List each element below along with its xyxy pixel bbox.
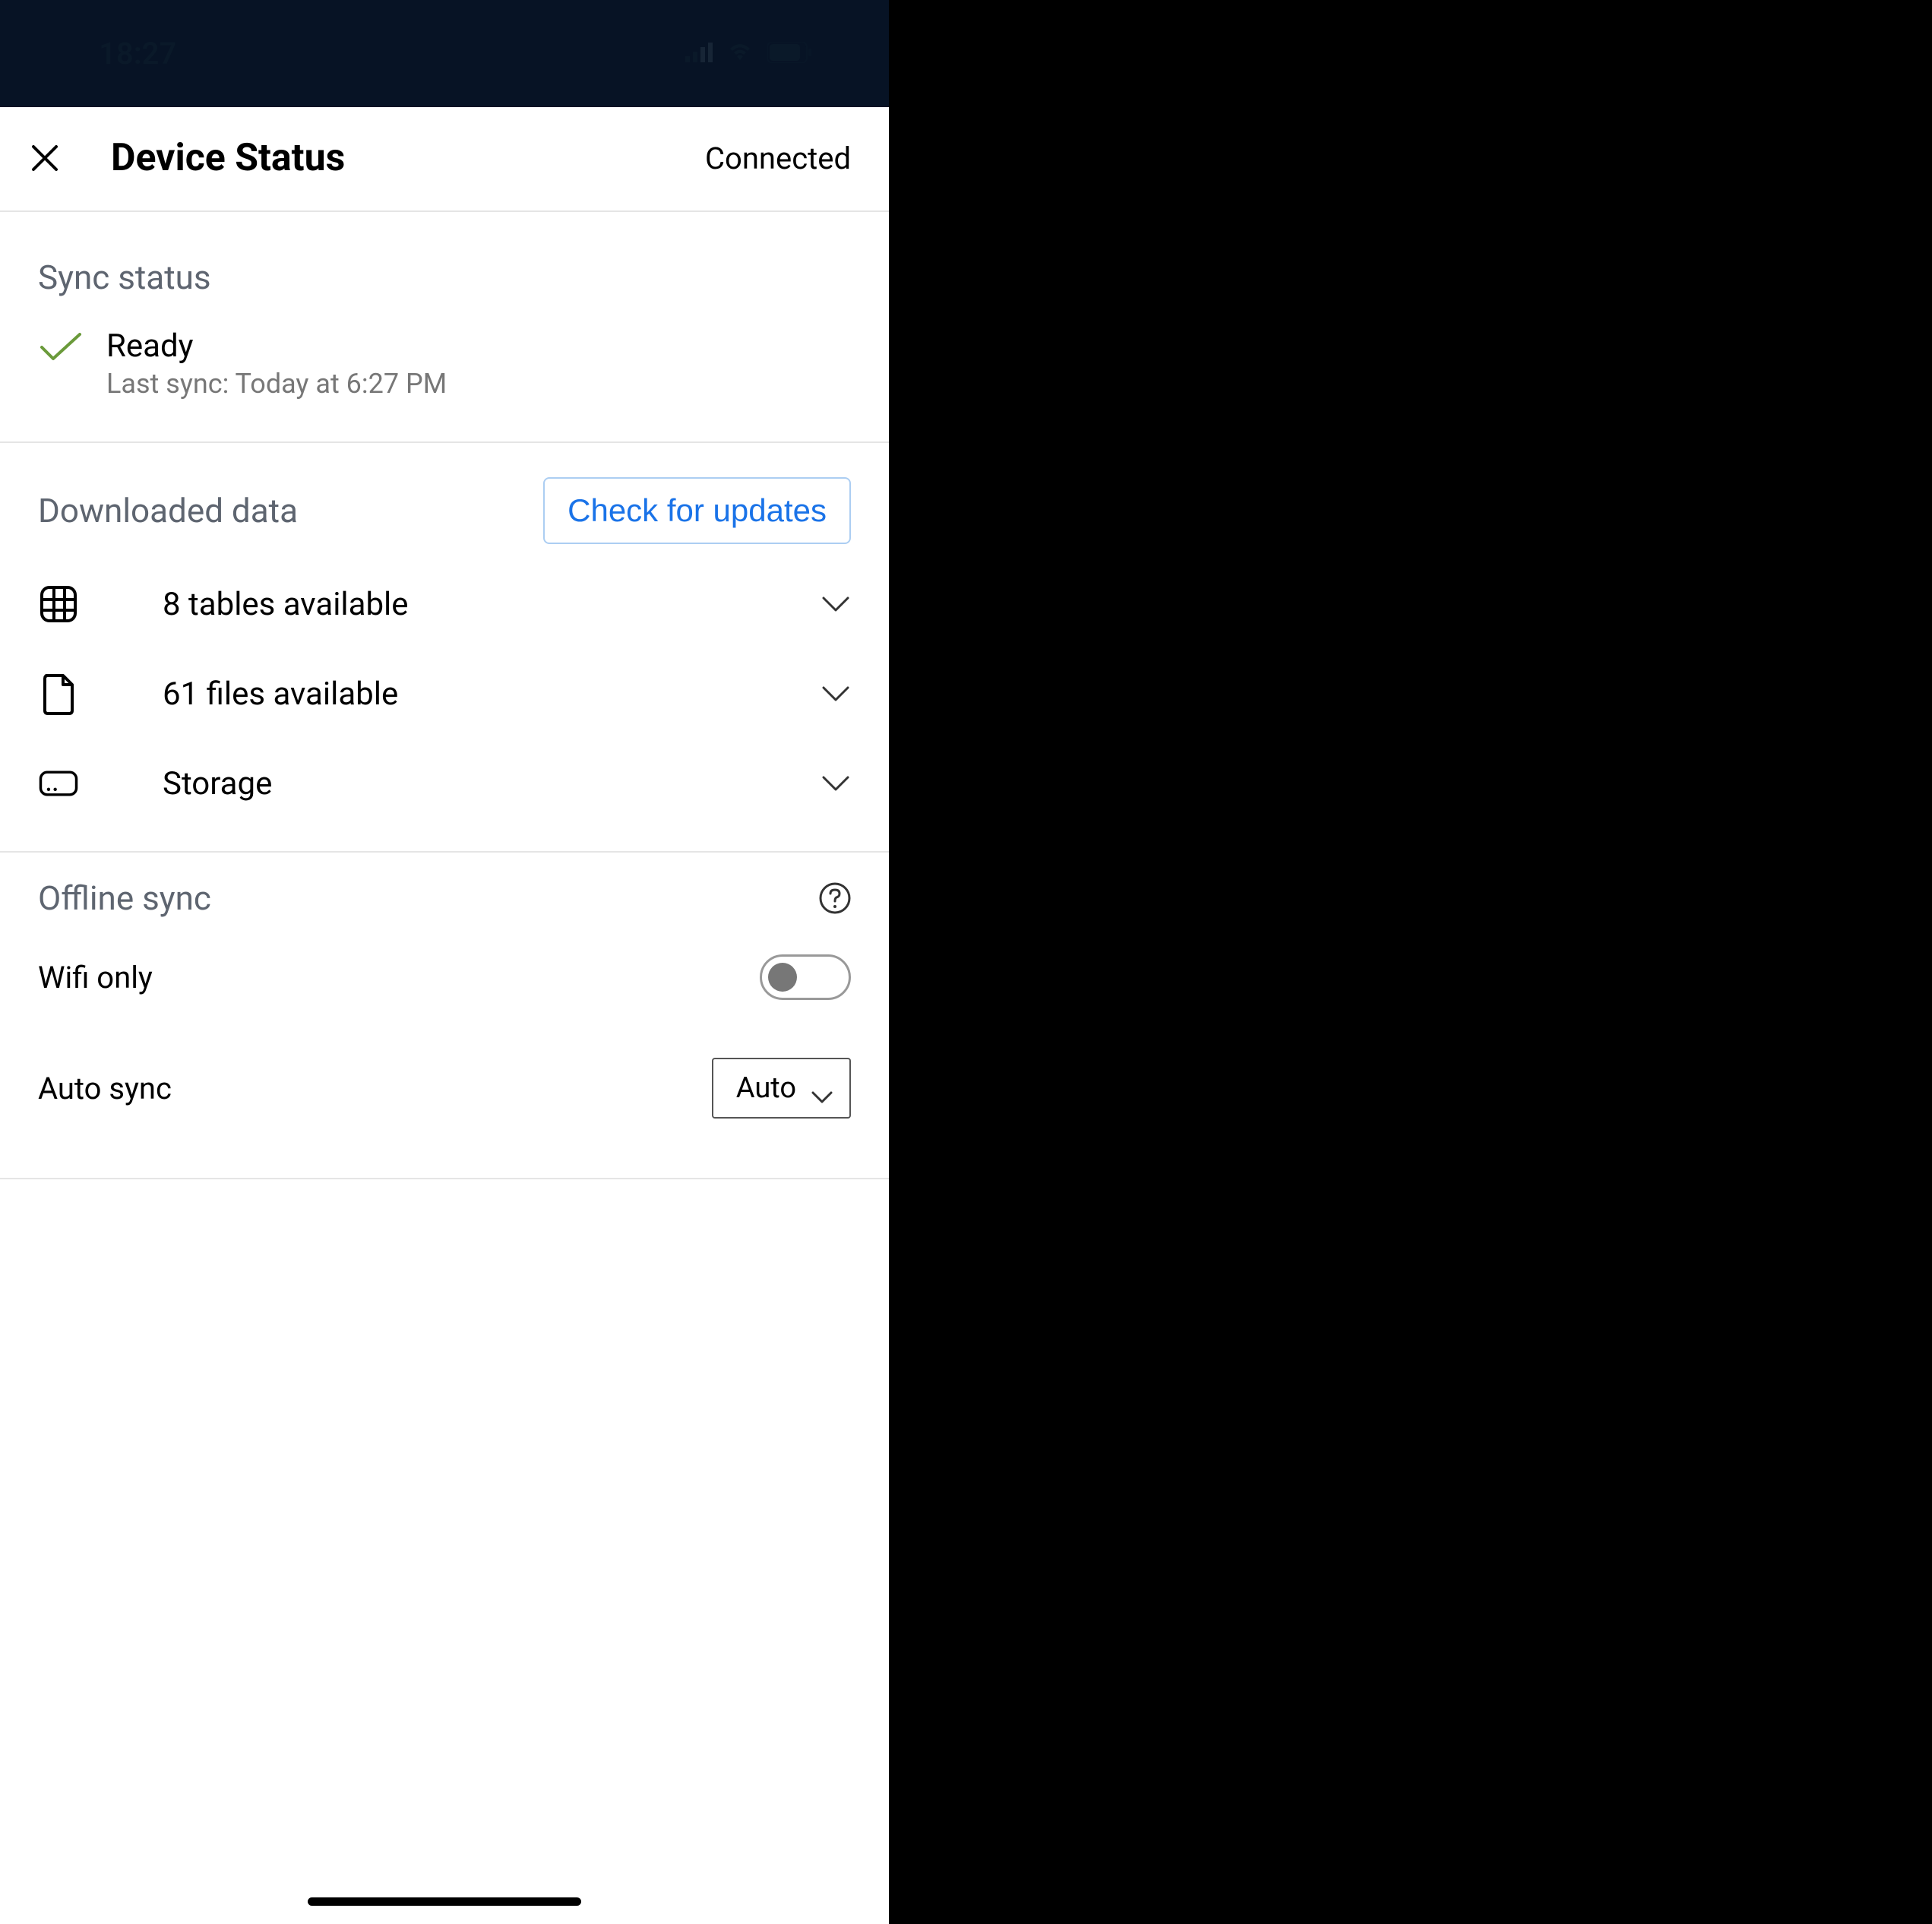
wifi-icon xyxy=(725,41,755,67)
wifi-only-label: Wifi only xyxy=(38,960,153,995)
tables-label: 8 tables available xyxy=(163,586,775,623)
sync-last-sync: Last sync: Today at 6:27 PM xyxy=(106,368,447,400)
offline-sync-section: Offline sync Wifi only Auto sync Auto xyxy=(0,853,889,1179)
storage-icon xyxy=(38,763,79,804)
cellular-icon xyxy=(685,43,713,65)
downloaded-data-label: Downloaded data xyxy=(38,491,298,530)
chevron-down-icon xyxy=(821,679,851,709)
table-icon xyxy=(38,584,79,625)
offline-sync-label: Offline sync xyxy=(38,878,211,918)
tables-row[interactable]: 8 tables available xyxy=(0,559,889,649)
home-indicator[interactable] xyxy=(308,1897,581,1906)
auto-sync-row: Auto sync Auto xyxy=(0,1029,889,1147)
header-bar: Device Status Connected xyxy=(0,107,889,212)
auto-sync-label: Auto sync xyxy=(38,1071,172,1106)
phone-screen: 18:27 Device Status Connected Sync statu… xyxy=(0,0,889,1924)
storage-label: Storage xyxy=(163,765,775,802)
content-area: Sync status Ready Last sync: Today at 6:… xyxy=(0,212,889,1179)
auto-sync-value: Auto xyxy=(736,1071,796,1105)
close-button[interactable] xyxy=(26,139,64,177)
sync-ready-row: Ready Last sync: Today at 6:27 PM xyxy=(0,320,889,441)
battery-icon xyxy=(767,42,813,66)
sync-ready-title: Ready xyxy=(106,328,447,365)
page-title: Device Status xyxy=(111,136,705,180)
chevron-down-icon xyxy=(821,768,851,799)
status-time: 18:27 xyxy=(99,36,176,71)
downloaded-data-section: Downloaded data Check for updates 8 tabl… xyxy=(0,443,889,853)
status-bar: 18:27 xyxy=(0,0,889,107)
check-icon xyxy=(38,332,84,365)
sync-status-label: Sync status xyxy=(38,258,211,297)
chevron-down-icon xyxy=(821,589,851,619)
auto-sync-select[interactable]: Auto xyxy=(712,1058,851,1119)
check-updates-button[interactable]: Check for updates xyxy=(543,477,851,544)
connection-status: Connected xyxy=(705,141,851,176)
files-row[interactable]: 61 files available xyxy=(0,649,889,739)
files-label: 61 files available xyxy=(163,676,775,713)
status-icons xyxy=(685,41,851,67)
wifi-only-row: Wifi only xyxy=(0,926,889,1029)
sync-status-section: Sync status Ready Last sync: Today at 6:… xyxy=(0,212,889,443)
file-icon xyxy=(38,673,79,714)
wifi-only-toggle[interactable] xyxy=(760,954,851,1000)
help-icon[interactable] xyxy=(819,882,851,914)
chevron-down-icon xyxy=(811,1078,833,1099)
toggle-knob xyxy=(768,963,797,992)
storage-row[interactable]: Storage xyxy=(0,739,889,828)
black-area xyxy=(889,0,1932,1924)
